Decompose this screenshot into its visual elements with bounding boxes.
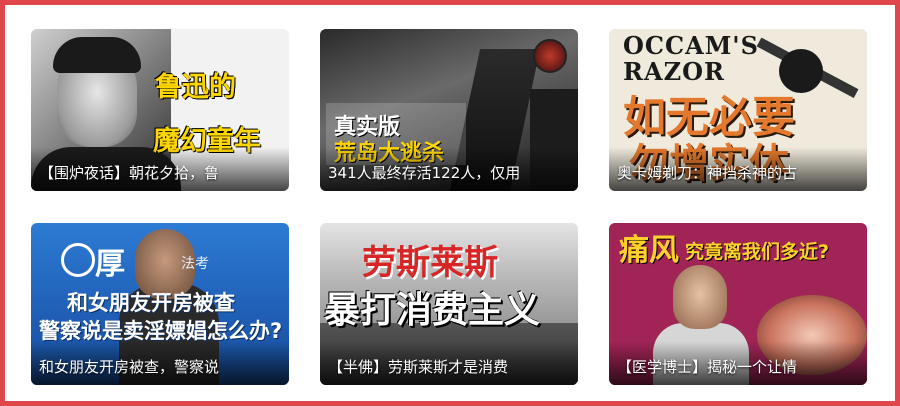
uploader-avatar-icon — [533, 39, 567, 73]
presenter-face — [673, 265, 727, 329]
thumbnail-overlay-text: 厚 — [95, 247, 125, 282]
video-card-3[interactable]: OCCAM'S RAZOR 如无必要 勿增实体 奥卡姆剃刀：神挡杀神的古 — [609, 29, 867, 191]
video-card-1[interactable]: 鲁迅的 魔幻童年 【围炉夜话】朝花夕拾，鲁 — [31, 29, 289, 191]
video-title[interactable]: 【医学博士】揭秘一个让情 — [617, 358, 863, 376]
video-title[interactable]: 【半佛】劳斯莱斯才是消费 — [328, 358, 574, 376]
thumbnail-overlay-text: OCCAM'S — [623, 31, 759, 60]
thumbnail-overlay-text: 暴打消费主义 — [324, 290, 541, 331]
hair-image — [53, 37, 141, 73]
video-title[interactable]: 和女朋友开房被查，警察说 — [39, 358, 285, 376]
thumbnail-overlay-text: 痛风 — [619, 233, 679, 268]
thumbnail-overlay-text: 究竟离我们多近? — [685, 241, 830, 263]
thumbnail-overlay-text: RAZOR — [623, 57, 725, 86]
thumbnail-overlay-text: 劳斯莱斯 — [362, 243, 498, 283]
thumbnail-overlay-text: 鲁迅的 — [155, 65, 236, 104]
thumbnail-overlay-text: 法考 — [181, 256, 209, 272]
video-card-2[interactable]: 真实版 荒岛大逃杀 341人最终存活122人，仅用 — [320, 29, 578, 191]
video-card-4[interactable]: 厚 法考 和女朋友开房被查 警察说是卖淫嫖娼怎么办? 和女朋友开房被查，警察说 — [31, 223, 289, 385]
video-card-6[interactable]: 痛风 究竟离我们多近? 【医学博士】揭秘一个让情 — [609, 223, 867, 385]
video-grid: 鲁迅的 魔幻童年 【围炉夜话】朝花夕拾，鲁 真实版 荒岛大逃杀 341人最终存活… — [31, 29, 869, 389]
video-title[interactable]: 奥卡姆剃刀：神挡杀神的古 — [617, 164, 863, 182]
video-card-5[interactable]: 劳斯莱斯 暴打消费主义 【半佛】劳斯莱斯才是消费 — [320, 223, 578, 385]
thumbnail-overlay-text: 和女朋友开房被查 — [67, 291, 235, 315]
video-title[interactable]: 341人最终存活122人，仅用 — [328, 164, 574, 182]
channel-logo-icon — [61, 243, 95, 277]
thumbnail-grid-frame: 鲁迅的 魔幻童年 【围炉夜话】朝花夕拾，鲁 真实版 荒岛大逃杀 341人最终存活… — [0, 0, 900, 406]
video-title[interactable]: 【围炉夜话】朝花夕拾，鲁 — [39, 164, 285, 182]
